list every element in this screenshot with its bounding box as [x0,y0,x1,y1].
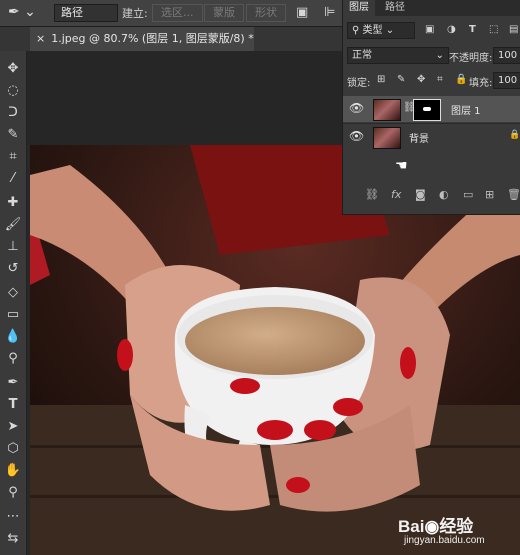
pen-icon[interactable]: ✒ ⌄ [8,4,38,22]
eyedropper-tool-icon[interactable]: ⁄ [3,169,23,189]
layer-name[interactable]: 图层 1 [451,102,481,117]
layers-panel-footer: ⛓ fx ◙ ◐ ▭ ⊞ 🗑 [343,186,520,206]
mask-button[interactable]: 蒙版 [204,4,244,22]
type-tool-icon[interactable]: T [3,395,23,415]
lock-label: 锁定: [347,78,371,89]
blur-tool-icon[interactable]: 💧 [3,327,23,347]
filter-smart-object-icon[interactable]: ▤ [509,24,518,35]
panel-tabs: 图层 路径 [343,0,520,16]
quick-select-tool-icon[interactable]: ✎ [3,125,23,145]
layer-thumbnail [373,99,401,121]
add-mask-icon[interactable]: ◙ [415,188,426,201]
tab-layers[interactable]: 图层 [343,0,375,16]
selection-button[interactable]: 选区... [152,4,203,22]
lock-artboard-icon[interactable]: ⌗ [437,74,443,85]
pen-tool-icon[interactable]: ✒ [3,373,23,393]
path-operations-icon[interactable]: ▣ [296,5,308,20]
path-mode-select[interactable]: 路径 [54,4,118,22]
new-layer-icon[interactable]: ⊞ [485,188,494,201]
hand-tool-icon[interactable]: ✋ [3,461,23,481]
lock-position-icon[interactable]: ✥ [417,74,425,85]
blend-mode-select[interactable]: 正常 ⌄ [347,47,449,64]
filter-adjustment-icon[interactable]: ◑ [447,24,456,35]
layer-row-background[interactable]: 👁 背景 🔒 [343,123,520,150]
layers-panel: 图层 路径 ⚲ 类型 ⌄ ▣ ◑ T ⬚ ▤ 正常 ⌄ 不透明度: 100 锁定:… [342,0,520,215]
cursor-hand-icon: ☚ [395,158,408,174]
more-tools-icon[interactable]: ⋯ [3,507,23,527]
gradient-tool-icon[interactable]: ▭ [3,305,23,325]
layer-filter-select[interactable]: ⚲ 类型 ⌄ [347,22,415,39]
close-icon[interactable]: × [36,32,45,45]
path-select-tool-icon[interactable]: ➤ [3,417,23,437]
new-group-icon[interactable]: ▭ [463,188,473,201]
eye-icon[interactable]: 👁 [349,101,364,115]
healing-tool-icon[interactable]: ✚ [3,193,23,213]
lock-all-icon[interactable]: 🔒 [455,74,467,85]
brush-tool-icon[interactable]: 🖌 [3,215,23,235]
fill-input[interactable]: 100 [493,72,520,89]
path-align-icon[interactable]: ⊫ [324,5,335,20]
blend-mode-value: 正常 [352,50,372,61]
delete-layer-icon[interactable]: 🗑 [507,188,520,201]
document-tab[interactable]: × 1.jpeg @ 80.7% (图层 1, 图层蒙版/8) * [30,27,254,51]
baidu-watermark-logo: Bai◉经验 [398,517,474,536]
opacity-input[interactable]: 100 [493,47,520,64]
tab-paths[interactable]: 路径 [379,0,411,16]
layer-filter-value: 类型 [362,25,383,36]
tools-panel: ✥ ◌ ᑐ ✎ ⌗ ⁄ ✚ 🖌 ⊥ ↺ ◇ ▭ 💧 ⚲ ✒ T ➤ ⬡ ✋ ⚲ … [0,51,27,555]
marquee-tool-icon[interactable]: ◌ [3,81,23,101]
layer-row-layer1[interactable]: 👁 ⛓ 图层 1 [343,96,520,122]
filter-pixel-icon[interactable]: ▣ [425,24,434,35]
shape-tool-icon[interactable]: ⬡ [3,439,23,459]
history-brush-tool-icon[interactable]: ↺ [3,259,23,279]
crop-tool-icon[interactable]: ⌗ [3,147,23,167]
swap-colors-icon[interactable]: ⇆ [3,529,23,549]
lock-transparent-icon[interactable]: ⊞ [377,74,385,85]
eraser-tool-icon[interactable]: ◇ [3,283,23,303]
document-title: 1.jpeg @ 80.7% (图层 1, 图层蒙版/8) * [51,32,254,45]
layer-thumbnail [373,127,401,149]
layer-mask-thumbnail[interactable] [413,99,441,121]
filter-type-icon[interactable]: T [469,24,476,35]
dodge-tool-icon[interactable]: ⚲ [3,349,23,369]
watermark-url: jingyan.baidu.com [404,535,485,546]
opacity-label: 不透明度: [449,53,493,64]
layer-style-icon[interactable]: fx [391,188,401,201]
shape-button[interactable]: 形状 [246,4,286,22]
lasso-tool-icon[interactable]: ᑐ [3,103,23,123]
fill-label: 填充: [469,78,493,89]
adjustment-layer-icon[interactable]: ◐ [439,188,449,201]
lock-image-icon[interactable]: ✎ [397,74,405,85]
lock-icon: 🔒 [509,130,520,140]
move-tool-icon[interactable]: ✥ [3,59,23,79]
make-label: 建立: [122,7,148,20]
filter-shape-icon[interactable]: ⬚ [489,24,498,35]
zoom-tool-icon[interactable]: ⚲ [3,483,23,503]
link-layers-icon[interactable]: ⛓ [365,188,379,201]
eye-icon[interactable]: 👁 [349,129,364,143]
stamp-tool-icon[interactable]: ⊥ [3,237,23,257]
layer-name[interactable]: 背景 [409,130,429,145]
